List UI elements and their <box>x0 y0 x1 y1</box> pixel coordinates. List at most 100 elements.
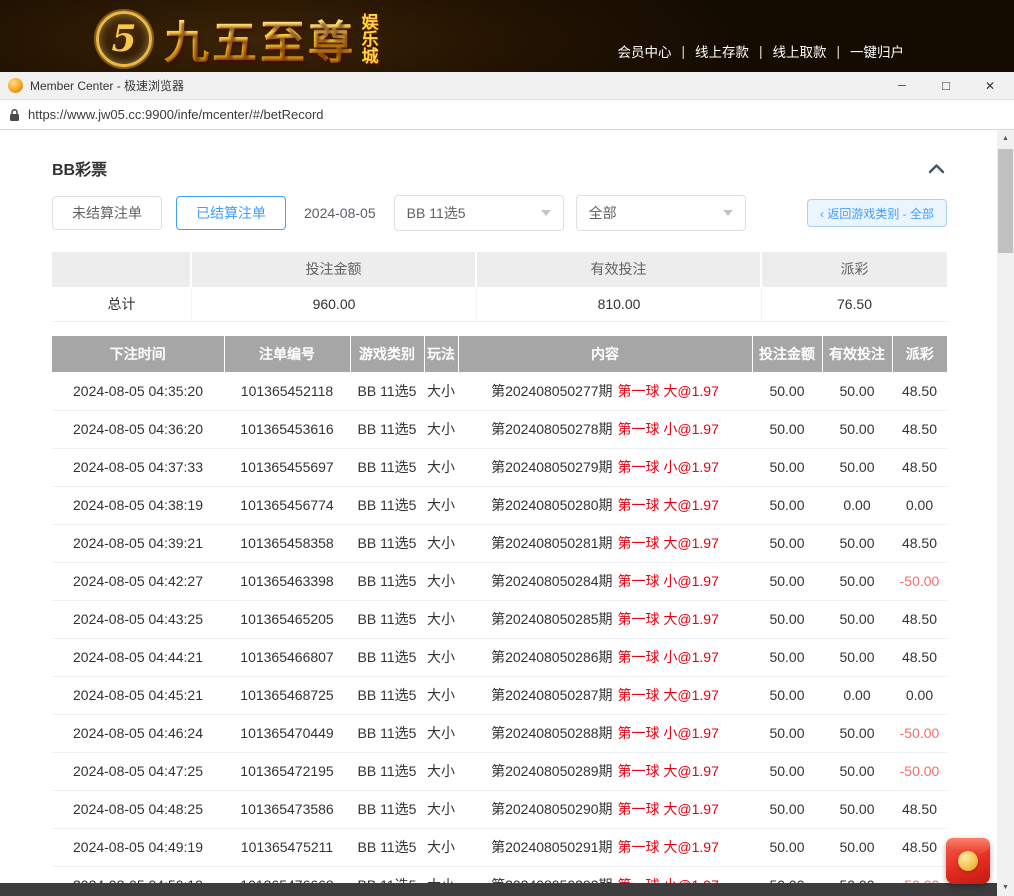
cell-play-type: 大小 <box>424 448 458 486</box>
pick-text: 第一球 大@1.97 <box>618 535 719 551</box>
cell-payout: -50.00 <box>892 752 947 790</box>
summary-payout-value: 76.50 <box>762 287 947 322</box>
cell-valid-bet: 50.00 <box>822 600 892 638</box>
nav-separator: | <box>759 44 763 59</box>
header-valid-bet: 有效投注 <box>822 336 892 372</box>
game-select[interactable]: BB 11选5 <box>394 195 564 231</box>
nav-link-2[interactable]: 线上取款 <box>772 41 826 61</box>
cell-play-type: 大小 <box>424 638 458 676</box>
browser-titlebar: Member Center - 极速浏览器 ─ □ ✕ <box>0 72 1014 100</box>
period-text: 第202408050289期 <box>491 763 612 779</box>
scroll-up-icon[interactable]: ▲ <box>997 130 1014 147</box>
period-text: 第202408050279期 <box>491 459 612 475</box>
nav-link-1[interactable]: 线上存款 <box>695 41 749 61</box>
cell-payout: 0.00 <box>892 676 947 714</box>
cell-bet-id: 101365472195 <box>224 752 350 790</box>
cell-bet-time: 2024-08-05 04:38:19 <box>52 486 224 524</box>
cell-bet-time: 2024-08-05 04:39:21 <box>52 524 224 562</box>
chevron-down-icon <box>723 210 733 216</box>
nav-link-0[interactable]: 会员中心 <box>617 41 671 61</box>
cell-payout: 0.00 <box>892 486 947 524</box>
cell-bet-id: 101365470449 <box>224 714 350 752</box>
cell-content: 第202408050285期第一球 大@1.97 <box>458 600 752 638</box>
address-url[interactable]: https://www.jw05.cc:9900/infe/mcenter/#/… <box>28 107 324 122</box>
tab-unsettled-bets[interactable]: 未结算注单 <box>52 196 162 230</box>
cell-valid-bet: 50.00 <box>822 448 892 486</box>
cell-content: 第202408050280期第一球 大@1.97 <box>458 486 752 524</box>
logo-coin-icon: 5 <box>96 11 152 67</box>
scroll-down-icon[interactable]: ▼ <box>997 879 1014 896</box>
collapse-section-button[interactable] <box>926 161 947 176</box>
cell-bet-amount: 50.00 <box>752 828 822 866</box>
cell-game-type: BB 11选5 <box>350 752 424 790</box>
top-nav: 会员中心|线上存款|线上取款|一键归户 <box>617 41 904 61</box>
cell-game-type: BB 11选5 <box>350 486 424 524</box>
table-row: 2024-08-05 04:36:20101365453616BB 11选5大小… <box>52 410 947 448</box>
summary-bet-amount-value: 960.00 <box>192 287 477 322</box>
cell-payout: 48.50 <box>892 600 947 638</box>
summary-valid-bet-value: 810.00 <box>477 287 762 322</box>
cell-play-type: 大小 <box>424 714 458 752</box>
scope-select[interactable]: 全部 <box>576 195 746 231</box>
cell-bet-amount: 50.00 <box>752 448 822 486</box>
tab-settled-bets[interactable]: 已结算注单 <box>176 196 286 230</box>
cell-bet-id: 101365463398 <box>224 562 350 600</box>
pick-text: 第一球 大@1.97 <box>618 383 719 399</box>
cell-payout: 48.50 <box>892 828 947 866</box>
cell-game-type: BB 11选5 <box>350 714 424 752</box>
cell-bet-time: 2024-08-05 04:35:20 <box>52 372 224 410</box>
pick-text: 第一球 大@1.97 <box>618 763 719 779</box>
period-text: 第202408050288期 <box>491 725 612 741</box>
nav-link-3[interactable]: 一键归户 <box>850 41 904 61</box>
table-row: 2024-08-05 04:43:25101365465205BB 11选5大小… <box>52 600 947 638</box>
cell-content: 第202408050279期第一球 小@1.97 <box>458 448 752 486</box>
nav-separator: | <box>836 44 840 59</box>
header-play-type: 玩法 <box>424 336 458 372</box>
cell-valid-bet: 50.00 <box>822 524 892 562</box>
page-content: BB彩票 未结算注单 已结算注单 2024-08-05 BB 11选5 全部 ‹… <box>0 130 997 896</box>
table-row: 2024-08-05 04:48:25101365473586BB 11选5大小… <box>52 790 947 828</box>
maximize-button[interactable]: □ <box>924 72 968 99</box>
cell-valid-bet: 50.00 <box>822 790 892 828</box>
cell-bet-id: 101365452118 <box>224 372 350 410</box>
cell-play-type: 大小 <box>424 600 458 638</box>
red-envelope-icon[interactable] <box>946 838 990 884</box>
cell-bet-id: 101365468725 <box>224 676 350 714</box>
cell-bet-amount: 50.00 <box>752 372 822 410</box>
scrollbar-thumb[interactable] <box>998 149 1013 253</box>
lock-icon[interactable] <box>9 108 20 122</box>
minimize-button[interactable]: ─ <box>880 72 924 99</box>
cell-bet-amount: 50.00 <box>752 524 822 562</box>
header-payout: 派彩 <box>892 336 947 372</box>
logo-text: 九五至尊 <box>164 6 356 71</box>
cell-game-type: BB 11选5 <box>350 600 424 638</box>
back-to-category-button[interactable]: ‹ 返回游戏类别 - 全部 <box>807 199 947 227</box>
cell-payout: 48.50 <box>892 790 947 828</box>
cell-game-type: BB 11选5 <box>350 790 424 828</box>
summary-header-bet-amount: 投注金额 <box>192 252 477 287</box>
summary-total-label: 总计 <box>52 287 192 322</box>
close-button[interactable]: ✕ <box>968 72 1012 99</box>
period-text: 第202408050284期 <box>491 573 612 589</box>
cell-game-type: BB 11选5 <box>350 448 424 486</box>
scrollbar[interactable]: ▲ ▼ <box>997 130 1014 896</box>
cell-bet-id: 101365465205 <box>224 600 350 638</box>
period-text: 第202408050285期 <box>491 611 612 627</box>
logo-subtitle: 娱乐城 <box>360 14 380 66</box>
cell-valid-bet: 50.00 <box>822 638 892 676</box>
date-picker[interactable]: 2024-08-05 <box>304 205 376 221</box>
cell-payout: 48.50 <box>892 410 947 448</box>
cell-bet-time: 2024-08-05 04:45:21 <box>52 676 224 714</box>
cell-content: 第202408050286期第一球 小@1.97 <box>458 638 752 676</box>
header-bet-id: 注单编号 <box>224 336 350 372</box>
screen: 5 九五至尊 娱乐城 会员中心|线上存款|线上取款|一键归户 Member Ce… <box>0 0 1014 896</box>
table-row: 2024-08-05 04:37:33101365455697BB 11选5大小… <box>52 448 947 486</box>
cell-bet-time: 2024-08-05 04:46:24 <box>52 714 224 752</box>
cell-bet-time: 2024-08-05 04:47:25 <box>52 752 224 790</box>
table-header-row: 下注时间 注单编号 游戏类别 玩法 内容 投注金额 有效投注 派彩 <box>52 336 947 372</box>
table-row: 2024-08-05 04:46:24101365470449BB 11选5大小… <box>52 714 947 752</box>
summary-header-valid-bet: 有效投注 <box>477 252 762 287</box>
pick-text: 第一球 小@1.97 <box>618 421 719 437</box>
cell-content: 第202408050288期第一球 小@1.97 <box>458 714 752 752</box>
cell-play-type: 大小 <box>424 562 458 600</box>
